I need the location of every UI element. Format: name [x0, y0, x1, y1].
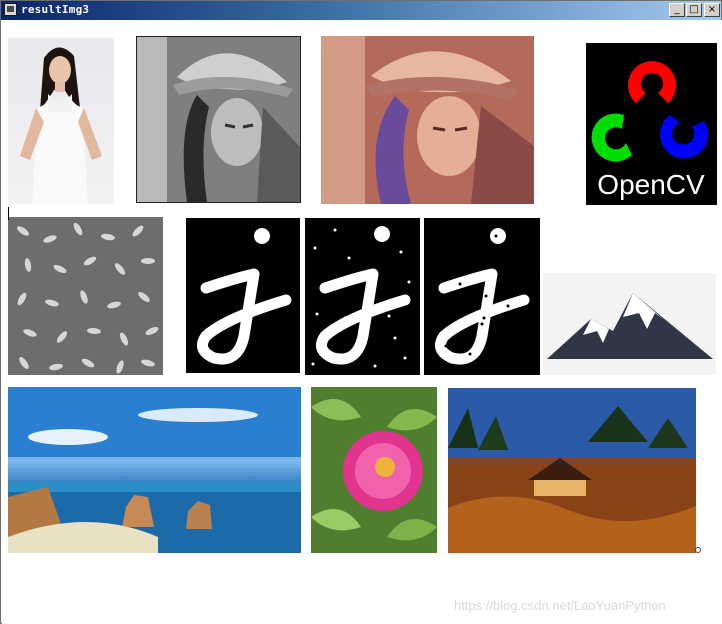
lena-grayscale-photo — [136, 36, 301, 203]
letter-j-original — [186, 218, 300, 373]
image-window: resultImg3 _ □ × OpenCV https://blog.csd… — [0, 0, 722, 624]
minimize-button[interactable]: _ — [669, 3, 685, 17]
opencv-logo-text: OpenCV — [597, 169, 705, 200]
mountain-icon — [543, 273, 716, 375]
close-button[interactable]: × — [704, 3, 720, 17]
letter-j-noisy — [305, 218, 420, 375]
rice-grains-photo — [8, 217, 163, 375]
window-title: resultImg3 — [21, 3, 90, 16]
coastline-photo — [8, 387, 301, 553]
image-canvas: OpenCV https://blog.csdn.net/LaoYuanPyth… — [2, 20, 722, 624]
cabin-landscape-photo — [448, 388, 696, 553]
woman-photo — [8, 38, 114, 204]
title-bar[interactable]: resultImg3 _ □ × — [1, 1, 721, 20]
text-cursor — [8, 207, 9, 220]
window-app-icon[interactable] — [4, 3, 17, 16]
maximize-button[interactable]: □ — [686, 3, 702, 17]
peony-flower-photo — [311, 387, 437, 553]
letter-j-holes — [424, 218, 540, 375]
resize-marker — [695, 547, 701, 553]
lena-color-photo — [321, 36, 534, 204]
watermark: https://blog.csdn.net/LaoYuanPython — [454, 598, 666, 613]
opencv-logo: OpenCV — [586, 43, 717, 205]
